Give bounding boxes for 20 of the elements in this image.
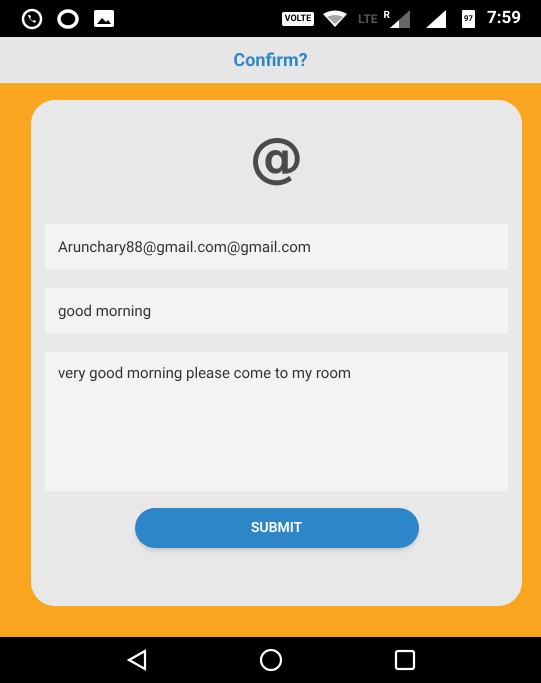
- signal-icon: [390, 10, 410, 28]
- input-field[interactable]: Arunchary88@gmail.com@gmail.com: [45, 224, 508, 270]
- back-icon[interactable]: [126, 649, 148, 671]
- volte-badge: VOLTE: [282, 12, 314, 26]
- submit-button[interactable]: SUBMIT: [134, 508, 418, 548]
- input-field[interactable]: good morning: [45, 288, 508, 334]
- circle-icon: [56, 6, 80, 30]
- clock-time: 7:59: [486, 6, 521, 30]
- network-type-label: LTE: [358, 10, 378, 28]
- roaming-label: R: [384, 9, 390, 23]
- signal-icon: [426, 10, 446, 28]
- wifi-icon: [322, 10, 348, 28]
- home-icon[interactable]: [258, 648, 282, 672]
- recents-icon[interactable]: [394, 649, 416, 671]
- battery-indicator: 97: [462, 10, 475, 28]
- message-field[interactable]: very good morning please come to my room: [45, 352, 508, 491]
- page-title: Confirm?: [233, 48, 308, 72]
- at-sign-logo: @: [250, 130, 304, 186]
- image-icon: [94, 10, 114, 27]
- phone-chat-icon: [20, 6, 44, 30]
